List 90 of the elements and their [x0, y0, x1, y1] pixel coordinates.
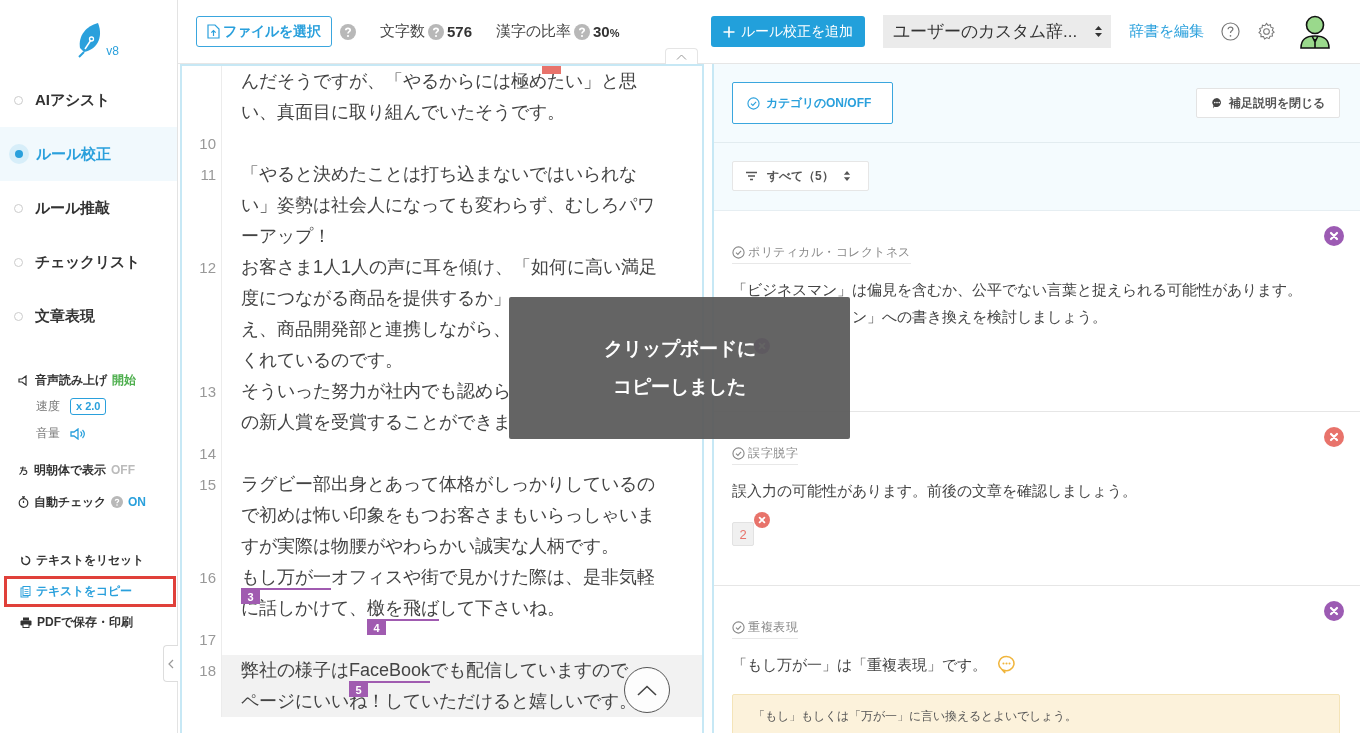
- body-text: そういった努力が社内でも認めら: [241, 381, 511, 401]
- issue-message: 「ビジネスマン」は偏見を含むか、公平でない言葉と捉えられる可能性があります。: [732, 280, 1303, 300]
- close-icon[interactable]: [1324, 226, 1344, 246]
- check-circle-icon: [747, 96, 760, 110]
- file-upload-icon: [207, 24, 220, 39]
- nav-item[interactable]: ルール推敲: [0, 181, 177, 235]
- close-icon[interactable]: [1324, 601, 1344, 621]
- printer-icon: [20, 617, 32, 628]
- line-number: 13: [198, 382, 217, 402]
- body-text: の新人賞を受賞することができま: [241, 412, 511, 432]
- body-text: お客さま1人1人の声に耳を傾け、「如何に高い満足: [241, 257, 658, 277]
- body-text: ラグビー部出身とあって体格がしっかりしているの: [241, 474, 655, 494]
- collapse-up-tab[interactable]: [665, 48, 698, 64]
- help-icon[interactable]: [111, 496, 123, 508]
- body-text: い」姿勢は社会人になっても変わらず、むしろパワ: [241, 195, 655, 215]
- dictionary-select[interactable]: ユーザーのカスタム辞...: [883, 15, 1111, 48]
- chevron-up-icon: [676, 53, 687, 60]
- help-icon[interactable]: [1221, 22, 1240, 41]
- sort-arrows-icon: [842, 170, 851, 182]
- category-tag: ポリティカル・コレクトネス: [732, 244, 911, 264]
- body-text: 度につながる商品を提供するか」: [241, 288, 511, 308]
- body-text: で初めは怖い印象をもつお客さまもいらっしゃいま: [241, 505, 655, 525]
- issue-number: 3: [241, 590, 260, 604]
- body-text: して下さいね。: [439, 598, 565, 618]
- close-notes-button[interactable]: 補足説明を閉じる: [1196, 88, 1340, 118]
- volume-icon[interactable]: [70, 427, 86, 440]
- nav-item[interactable]: 文章表現: [0, 289, 177, 343]
- line-number: 11: [199, 165, 217, 185]
- help-icon[interactable]: [574, 23, 591, 40]
- remove-icon[interactable]: [754, 512, 770, 528]
- version-label: v8: [106, 44, 119, 58]
- stat-value: 576: [447, 23, 473, 40]
- option-label: 明朝体で表示: [34, 461, 106, 479]
- line-number: 16: [198, 568, 217, 588]
- avatar-icon[interactable]: [1298, 14, 1332, 49]
- speech-bubble-icon: [1211, 97, 1223, 109]
- speech-label: 音声読み上げ: [35, 371, 107, 389]
- settings-icon[interactable]: [1257, 22, 1276, 41]
- stat-label: 漢字の比率: [496, 22, 572, 41]
- filter-select[interactable]: すべて（5）: [732, 161, 869, 191]
- stat-value: 30%: [593, 23, 620, 40]
- line-number: 10: [198, 134, 217, 154]
- body-text: 弊社の様子は: [241, 660, 349, 680]
- body-text: 「やると決めたことは打ち込まないではいられな: [241, 164, 637, 184]
- line-number: 17: [198, 630, 217, 650]
- tip-note: 「もし」もしくは「万が一」に言い換えるとよいでしょう。: [732, 694, 1340, 733]
- speaker-icon: [18, 374, 30, 386]
- chevron-up-icon: [637, 684, 657, 696]
- nav-item[interactable]: チェックリスト: [0, 235, 177, 289]
- help-icon[interactable]: [340, 23, 356, 40]
- close-icon[interactable]: [1324, 427, 1344, 447]
- sidebar-action[interactable]: PDFで保存・印刷: [4, 607, 176, 638]
- line-number: 14: [198, 444, 217, 464]
- stopwatch-icon: [18, 496, 29, 508]
- document-icon: [20, 585, 31, 598]
- check-circle-icon: [732, 246, 745, 259]
- sort-arrows-icon: [1094, 25, 1103, 38]
- body-text: オフィスや街で見かけた際は、是非気軽: [331, 567, 655, 587]
- issue-message: 誤入力の可能性があります。前後の文章を確認しましょう。: [732, 481, 1138, 501]
- sidebar-action[interactable]: テキストをリセット: [4, 545, 176, 576]
- plus-icon: [723, 25, 735, 38]
- hiragana-icon: [18, 464, 29, 476]
- body-text: い、真面目に取り組んでいたそうです。: [241, 102, 565, 122]
- help-icon[interactable]: [428, 23, 444, 40]
- check-circle-icon: [732, 621, 745, 634]
- reset-icon: [20, 555, 31, 566]
- category-tag: 誤字脱字: [732, 445, 798, 465]
- filter-icon: [745, 171, 758, 181]
- issue-message: ン」への書き換えを検討しましょう。: [851, 307, 1108, 327]
- issue-number: 4: [367, 621, 386, 635]
- check-circle-icon: [732, 447, 745, 460]
- speech-bubble-icon[interactable]: [997, 655, 1016, 674]
- copy-toast: クリップボードに コピーしました: [509, 297, 850, 439]
- nav-item[interactable]: AIアシスト: [0, 73, 177, 127]
- chevron-left-icon: [168, 658, 174, 669]
- volume-label: 音量: [36, 425, 60, 442]
- line-number: 12: [198, 258, 217, 278]
- body-text: んだそうですが、「やるからには極めたい」と思: [241, 71, 637, 91]
- body-text: ーアップ！: [241, 226, 331, 246]
- stat-label: 文字数: [380, 22, 425, 41]
- body-text: でも配信していますので: [430, 660, 629, 680]
- category-tag: 重複表現: [732, 619, 798, 639]
- speed-label: 速度: [36, 398, 60, 415]
- option-label: 自動チェック: [34, 493, 106, 511]
- body-text: くれているのです。: [241, 350, 403, 370]
- body-text: すが実際は物腰がやわらかい誠実な人柄です。: [241, 536, 619, 556]
- line-number: 15: [198, 475, 217, 495]
- issue-message: 「もし万が一」は「重複表現」です。: [732, 655, 987, 675]
- body-text: え、商品開発部と連携しながら、: [241, 319, 511, 339]
- line-number: 18: [198, 661, 217, 681]
